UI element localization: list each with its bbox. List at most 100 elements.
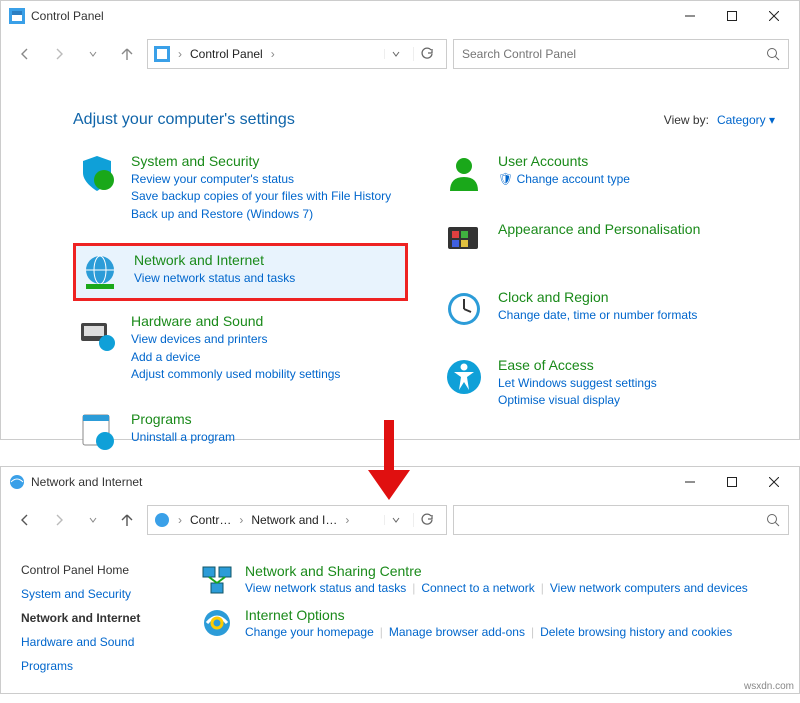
category-title[interactable]: Hardware and Sound	[131, 313, 340, 329]
minimize-button[interactable]	[669, 468, 711, 496]
address-bar[interactable]: › Control Panel ›	[147, 39, 447, 69]
viewby-control: View by: Category ▾	[664, 113, 775, 127]
category-link[interactable]: Let Windows suggest settings	[498, 375, 657, 392]
app-icon	[9, 8, 25, 24]
search-icon	[766, 47, 780, 61]
titlebar: Control Panel	[1, 1, 799, 31]
category-link[interactable]: Uninstall a program	[131, 429, 235, 446]
viewby-dropdown[interactable]: Category ▾	[717, 113, 775, 127]
category-programs: Programs Uninstall a program	[73, 407, 408, 455]
panel-link[interactable]: View network status and tasks	[245, 581, 406, 595]
category-title[interactable]: System and Security	[131, 153, 391, 169]
breadcrumb-item[interactable]: Control Panel	[190, 47, 263, 61]
content-area: Adjust your computer's settings View by:…	[1, 77, 799, 475]
category-link[interactable]: Adjust commonly used mobility settings	[131, 366, 340, 383]
address-bar[interactable]: › Contr… › Network and I… ›	[147, 505, 447, 535]
sidenav-item[interactable]: System and Security	[21, 587, 181, 601]
chevron-right-icon: ›	[343, 513, 351, 527]
nav-toolbar: › Contr… › Network and I… ›	[1, 497, 799, 543]
breadcrumb-item[interactable]: Contr…	[190, 513, 231, 527]
up-button[interactable]	[113, 506, 141, 534]
network-internet-icon	[80, 252, 120, 292]
category-link[interactable]: Optimise visual display	[498, 392, 657, 409]
panel-link[interactable]: Change your homepage	[245, 625, 374, 639]
search-input[interactable]	[462, 47, 766, 61]
category-link[interactable]: Add a device	[131, 349, 340, 366]
category-user-accounts: User Accounts 🛡 Change account type	[440, 149, 775, 197]
category-title[interactable]: Ease of Access	[498, 357, 657, 373]
ease-of-access-icon	[444, 357, 484, 397]
chevron-right-icon: ›	[269, 47, 277, 61]
system-security-icon	[77, 153, 117, 193]
annotation-arrow-icon	[364, 420, 414, 500]
clock-region-icon	[444, 289, 484, 329]
forward-button[interactable]	[45, 506, 73, 534]
network-internet-window: Network and Internet › Contr… › Network …	[0, 466, 800, 694]
panel-link[interactable]: Connect to a network	[421, 581, 534, 595]
refresh-button[interactable]	[413, 513, 440, 527]
close-button[interactable]	[753, 2, 795, 30]
chevron-right-icon: ›	[237, 513, 245, 527]
control-panel-window: Control Panel › Control Panel › Adjust y…	[0, 0, 800, 440]
category-link[interactable]: Change date, time or number formats	[498, 307, 697, 324]
page-title: Adjust your computer's settings	[73, 111, 295, 129]
maximize-button[interactable]	[711, 468, 753, 496]
up-button[interactable]	[113, 40, 141, 68]
category-title[interactable]: Programs	[131, 411, 235, 427]
search-icon	[766, 513, 780, 527]
panel-link[interactable]: Delete browsing history and cookies	[540, 625, 732, 639]
breadcrumb-item[interactable]: Network and I…	[251, 513, 337, 527]
location-icon	[154, 46, 170, 62]
viewby-label: View by:	[664, 113, 709, 127]
sidenav-item[interactable]: Hardware and Sound	[21, 635, 181, 649]
category-link[interactable]: View devices and printers	[131, 331, 340, 348]
panel-title[interactable]: Network and Sharing Centre	[245, 563, 748, 579]
panel-links: View network status and tasks|Connect to…	[245, 581, 748, 595]
category-title[interactable]: Network and Internet	[134, 252, 295, 268]
hardware-sound-icon	[77, 313, 117, 353]
chevron-right-icon: ›	[176, 47, 184, 61]
close-button[interactable]	[753, 468, 795, 496]
refresh-button[interactable]	[413, 47, 440, 61]
watermark: wsxdn.com	[744, 681, 794, 692]
sidenav-item[interactable]: Network and Internet	[21, 611, 181, 625]
minimize-button[interactable]	[669, 2, 711, 30]
window-title: Control Panel	[31, 9, 104, 23]
content-area: Control Panel Home System and Security Net…	[1, 543, 799, 703]
category-link[interactable]: Review your computer's status	[131, 171, 391, 188]
back-button[interactable]	[11, 506, 39, 534]
address-dropdown[interactable]	[384, 515, 407, 525]
panel-link[interactable]: Manage browser add-ons	[389, 625, 525, 639]
panel-title[interactable]: Internet Options	[245, 607, 732, 623]
category-title[interactable]: User Accounts	[498, 153, 630, 169]
panel-items: Network and Sharing Centre View network s…	[201, 563, 779, 683]
category-system-security: System and Security Review your computer'…	[73, 149, 408, 227]
category-link[interactable]: 🛡 Change account type	[498, 171, 630, 188]
category-title[interactable]: Appearance and Personalisation	[498, 221, 700, 237]
window-title: Network and Internet	[31, 475, 142, 489]
back-button[interactable]	[11, 40, 39, 68]
search-box[interactable]	[453, 505, 789, 535]
category-appearance: Appearance and Personalisation	[440, 217, 775, 265]
search-input[interactable]	[462, 513, 766, 527]
category-link[interactable]: Save backup copies of your files with Fi…	[131, 188, 391, 205]
category-title[interactable]: Clock and Region	[498, 289, 697, 305]
recent-dropdown[interactable]	[79, 506, 107, 534]
forward-button[interactable]	[45, 40, 73, 68]
address-dropdown[interactable]	[384, 49, 407, 59]
recent-dropdown[interactable]	[79, 40, 107, 68]
category-hardware-sound: Hardware and Sound View devices and print…	[73, 309, 408, 387]
panel-item: Network and Sharing Centre View network s…	[201, 563, 779, 595]
app-icon	[9, 474, 25, 490]
category-link[interactable]: View network status and tasks	[134, 270, 295, 287]
category-link[interactable]: Back up and Restore (Windows 7)	[131, 206, 391, 223]
maximize-button[interactable]	[711, 2, 753, 30]
user-accounts-icon	[444, 153, 484, 193]
nsc-icon	[201, 563, 233, 595]
sidenav-item[interactable]: Control Panel Home	[21, 563, 181, 577]
sidenav-item[interactable]: Programs	[21, 659, 181, 673]
side-nav: Control Panel Home System and Security Net…	[21, 563, 181, 683]
programs-icon	[77, 411, 117, 451]
panel-link[interactable]: View network computers and devices	[550, 581, 748, 595]
search-box[interactable]	[453, 39, 789, 69]
